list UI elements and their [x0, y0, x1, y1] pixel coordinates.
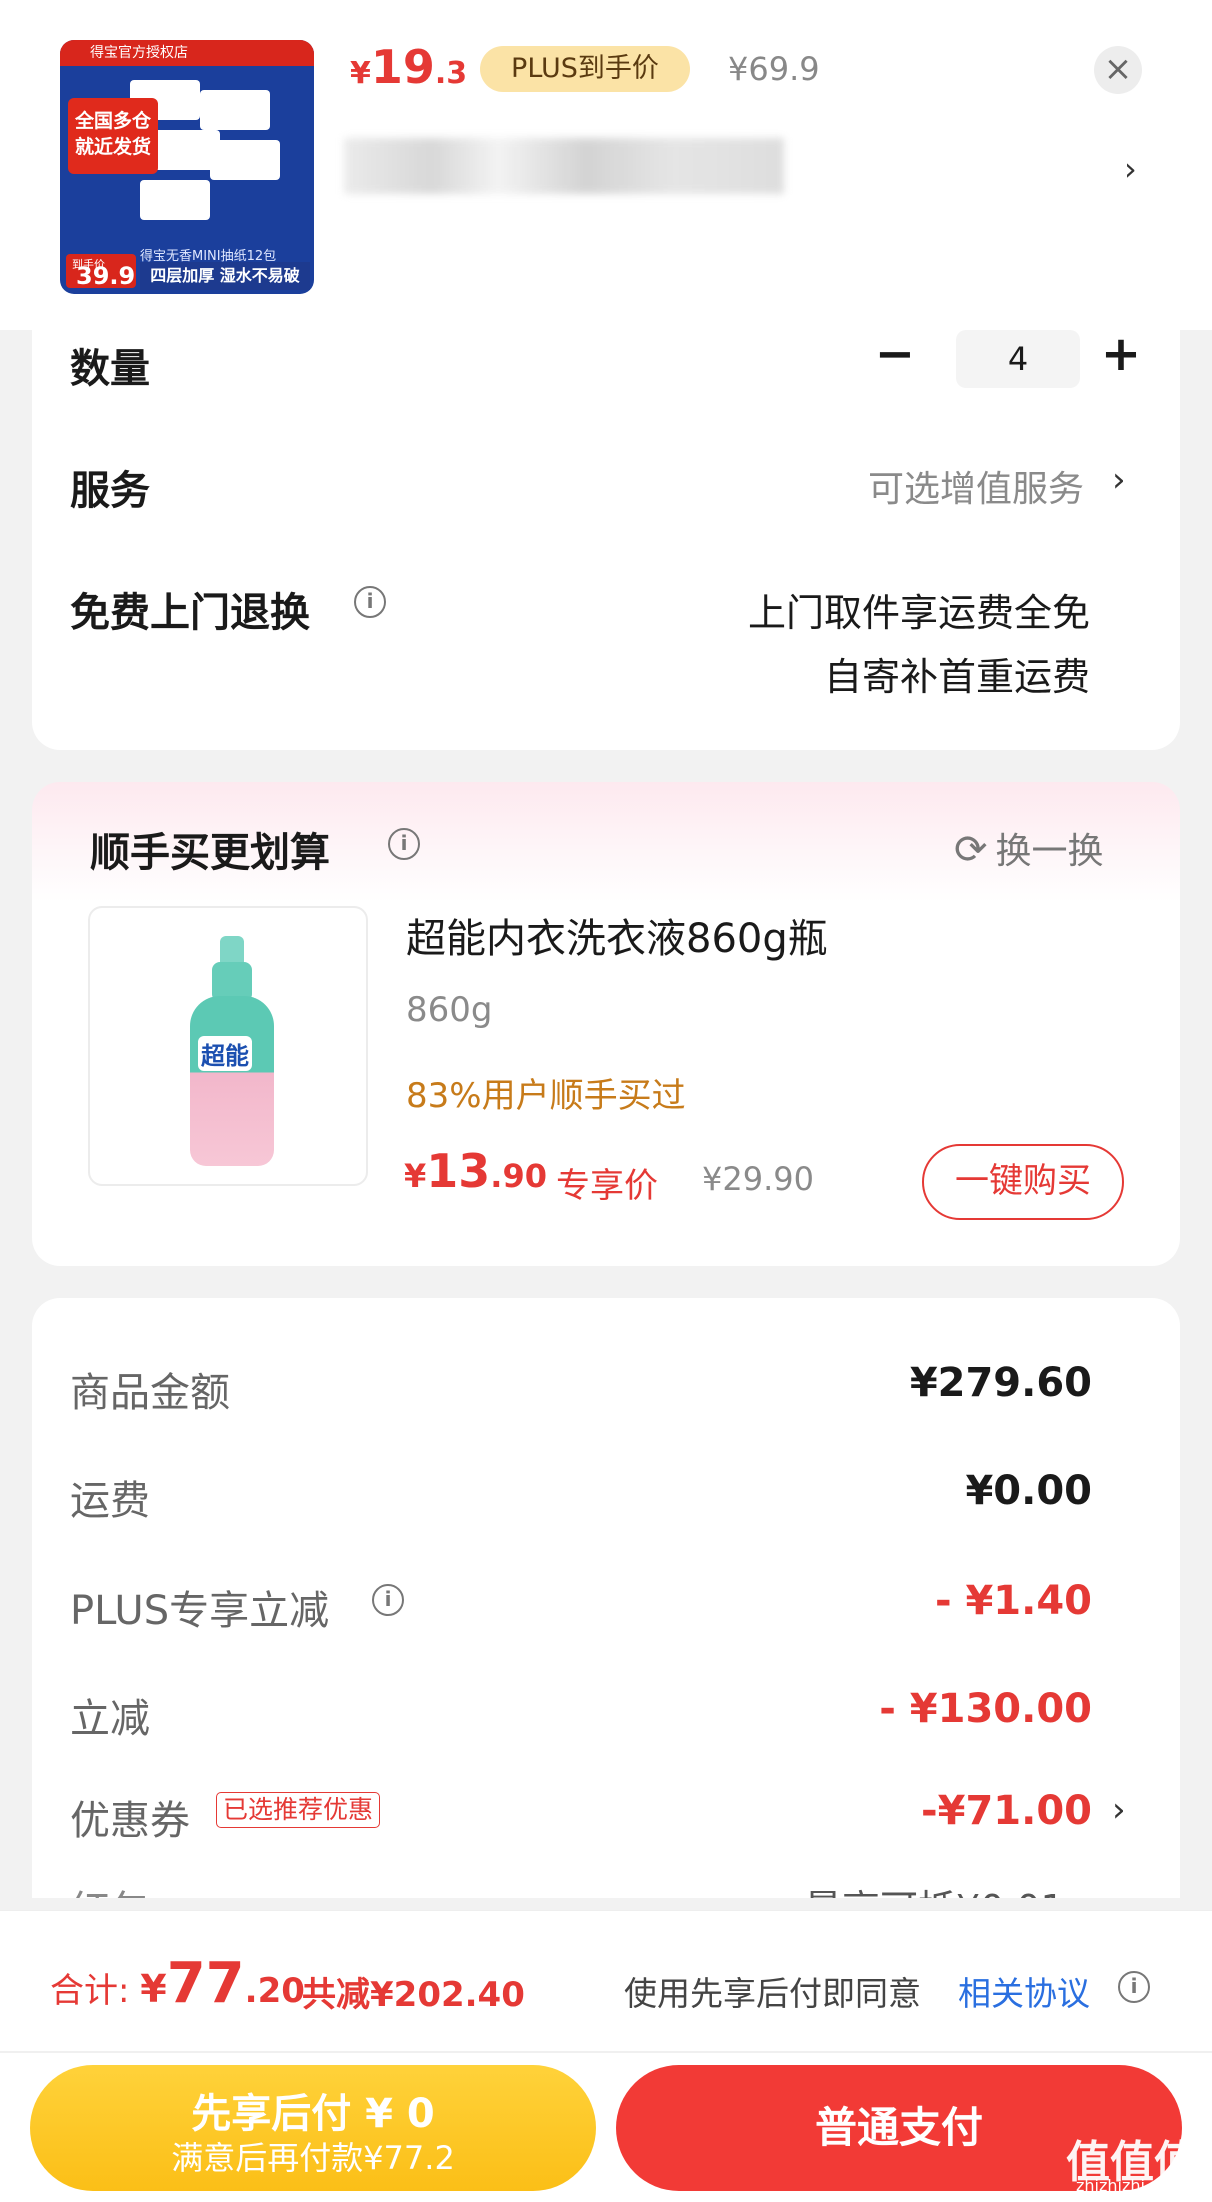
thumb-store-banner: 得宝官方授权店: [60, 40, 314, 66]
recommend-product-spec: 860g: [406, 990, 493, 1030]
summary-value-instant-discount: - ¥130.00: [879, 1686, 1092, 1732]
summary-value-plus-discount: - ¥1.40: [934, 1578, 1092, 1624]
one-click-buy-button[interactable]: 一键购买: [922, 1144, 1124, 1220]
product-thumbnail[interactable]: 得宝官方授权店 全国多仓就近发货 得宝无香MINI抽纸12包 到手价 39.9 …: [60, 40, 314, 294]
bottle-logo: 超能: [198, 1036, 252, 1071]
site-watermark-url: zhizhizhi.com: [1076, 2176, 1185, 2195]
total-label: 合计:: [50, 1971, 141, 2011]
thumb-price-tag: 到手价 39.9: [66, 254, 136, 290]
summary-value-coupon[interactable]: -¥71.00: [921, 1788, 1092, 1834]
recommend-product-name[interactable]: 超能内衣洗衣液860g瓶: [406, 906, 828, 964]
recommend-price: ¥13.90: [404, 1144, 547, 1198]
price-integer: 19: [370, 40, 435, 94]
refresh-button[interactable]: ⟳ 换一换: [954, 822, 1104, 874]
options-card: 数量 − 4 + 服务 可选增值服务 › 免费上门退换 i 上门取件享运费全免 …: [32, 326, 1180, 750]
price-symbol: ¥: [404, 1157, 427, 1195]
recommend-product-stat: 83%用户顺手买过: [406, 1076, 686, 1116]
original-price: ¥69.9: [728, 50, 820, 88]
service-value[interactable]: 可选增值服务: [868, 460, 1084, 512]
order-total: 合计: ¥77.20: [50, 1951, 305, 2016]
summary-value-goods: ¥279.60: [909, 1360, 1092, 1406]
return-label: 免费上门退换: [70, 590, 310, 636]
thumb-feature: 四层加厚 湿水不易破: [140, 262, 310, 290]
chevron-right-icon[interactable]: ›: [1112, 1790, 1126, 1830]
info-icon[interactable]: i: [354, 586, 386, 618]
agreement-link[interactable]: 相关协议: [958, 1967, 1090, 2015]
recommend-original-price: ¥29.90: [702, 1160, 814, 1198]
price-summary-card: 商品金额 ¥279.60 运费 ¥0.00 PLUS专享立减 i - ¥1.40…: [32, 1298, 1180, 1898]
summary-value-red-packet[interactable]: 最高可抵¥0.01 ›: [804, 1878, 1092, 1898]
summary-label-instant-discount: 立减: [70, 1696, 150, 1742]
info-icon[interactable]: i: [1118, 1971, 1150, 2003]
summary-label-coupon: 优惠券: [70, 1798, 190, 1844]
current-price: ¥19.3: [350, 40, 467, 94]
chevron-right-icon[interactable]: ›: [1124, 150, 1137, 188]
price-symbol: ¥: [350, 56, 371, 91]
info-icon[interactable]: i: [372, 1584, 404, 1616]
price-decimal: .90: [490, 1157, 547, 1195]
detergent-bottle-image: 超能: [190, 936, 274, 1166]
total-saved: 共减¥202.40: [302, 1975, 525, 2015]
return-line-2: 自寄补首重运费: [823, 655, 1090, 699]
quantity-minus-button[interactable]: −: [870, 326, 920, 382]
total-symbol: ¥: [140, 1967, 167, 2011]
price-decimal: .3: [434, 56, 468, 91]
quantity-input[interactable]: 4: [956, 330, 1080, 388]
refresh-label: 换一换: [995, 831, 1104, 872]
refresh-icon: ⟳: [954, 827, 988, 873]
checkout-bar: 合计: ¥77.20 共减¥202.40 使用先享后付即同意 相关协议 i 先享…: [0, 1910, 1212, 2202]
summary-label-plus-discount: PLUS专享立减: [70, 1588, 330, 1634]
service-label: 服务: [70, 468, 150, 514]
plus-price-badge: PLUS到手价: [480, 46, 690, 92]
coupon-selected-badge: 已选推荐优惠: [216, 1792, 381, 1828]
summary-label-red-packet: 红包: [70, 1878, 150, 1898]
summary-value-shipping: ¥0.00: [965, 1468, 1092, 1514]
recommend-product-image[interactable]: 超能: [88, 906, 368, 1186]
chevron-right-icon[interactable]: ›: [1112, 460, 1126, 500]
divider: [0, 2051, 1212, 2053]
close-button[interactable]: ×: [1094, 46, 1142, 94]
pay-later-title: 先享后付 ¥ 0: [191, 2091, 435, 2137]
product-header: 得宝官方授权店 全国多仓就近发货 得宝无香MINI抽纸12包 到手价 39.9 …: [0, 0, 1212, 330]
quantity-label: 数量: [70, 346, 150, 392]
return-line-1: 上门取件享运费全免: [747, 591, 1090, 635]
total-decimal: .20: [244, 1971, 305, 2011]
recommend-title: 顺手买更划算: [90, 830, 330, 876]
thumb-slogan: 全国多仓就近发货: [68, 98, 158, 174]
exclusive-price-label: 专享价: [556, 1166, 658, 1206]
recommend-card: 顺手买更划算 i ⟳ 换一换 超能 超能内衣洗衣液860g瓶 860g 83%用户…: [32, 782, 1180, 1266]
pay-later-button[interactable]: 先享后付 ¥ 0 满意后再付款¥77.2: [30, 2065, 596, 2191]
total-integer: 77: [166, 1951, 245, 2016]
pay-later-subtitle: 满意后再付款¥77.2: [171, 2139, 455, 2177]
summary-label-goods: 商品金额: [70, 1370, 230, 1416]
quantity-plus-button[interactable]: +: [1096, 326, 1146, 382]
blurred-spec-selector[interactable]: [344, 138, 784, 194]
summary-label-shipping: 运费: [70, 1478, 150, 1524]
agreement-text: 使用先享后付即同意: [624, 1974, 921, 2013]
info-icon[interactable]: i: [388, 828, 420, 860]
thumb-price: 39.9: [76, 262, 136, 290]
price-integer: 13: [426, 1144, 491, 1198]
